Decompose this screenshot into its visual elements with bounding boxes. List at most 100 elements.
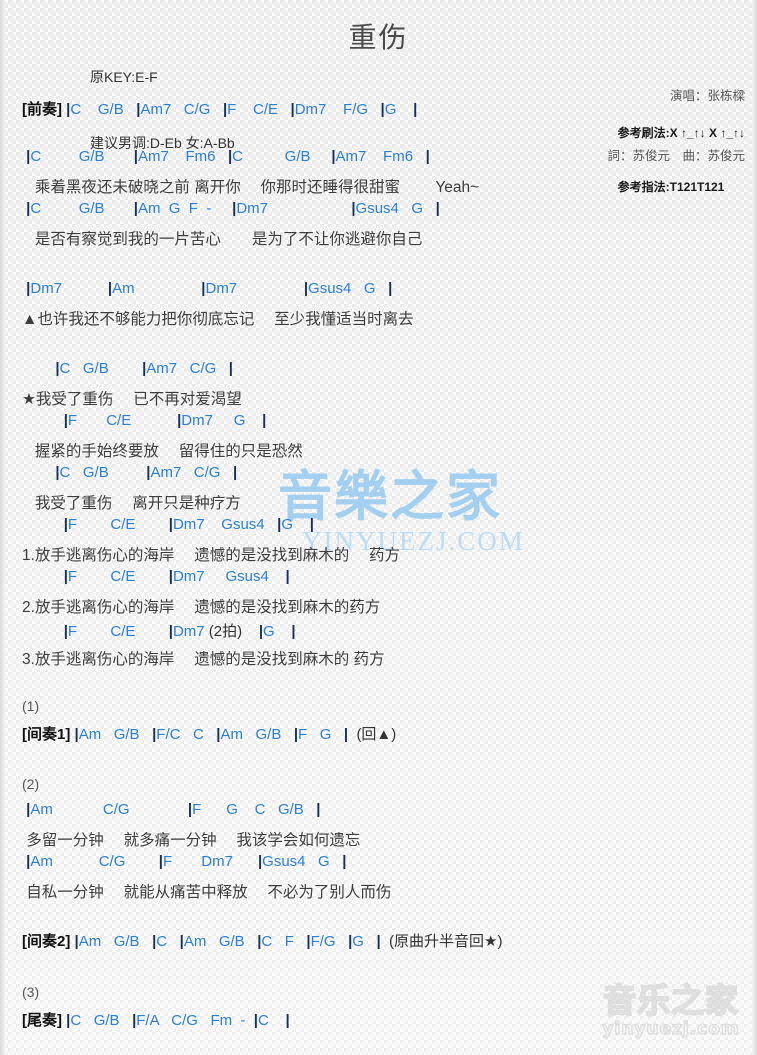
barline: | bbox=[136, 101, 141, 118]
barline: | bbox=[26, 853, 31, 870]
chord-line: |F C/E |Dm7 Gsus4 |G | bbox=[63, 516, 314, 533]
chord-line: |C G/B |Am7 C/G | bbox=[55, 360, 233, 377]
section-number: (2) bbox=[22, 776, 40, 792]
barline: | bbox=[55, 360, 60, 377]
barline: | bbox=[303, 280, 309, 297]
barline: | bbox=[133, 148, 138, 165]
barline: | bbox=[232, 200, 237, 217]
barline: | bbox=[331, 148, 336, 165]
barline: | bbox=[63, 623, 68, 640]
barline: | bbox=[26, 148, 31, 165]
barline: | bbox=[152, 726, 157, 743]
barline: | bbox=[228, 360, 233, 377]
barline: | bbox=[158, 853, 163, 870]
barline: | bbox=[132, 1012, 137, 1029]
barline: | bbox=[201, 280, 206, 297]
barline: | bbox=[216, 726, 221, 743]
lyric-line: 我受了重伤 离开只是种疗方 bbox=[22, 495, 241, 512]
barline: | bbox=[107, 280, 113, 297]
chord-line: |C G/B |Am G F - |Dm7 |Gsus4 G | bbox=[26, 200, 440, 217]
barline: | bbox=[168, 623, 173, 640]
barline: | bbox=[285, 568, 290, 585]
barline: | bbox=[74, 933, 79, 950]
barline: | bbox=[66, 1012, 71, 1029]
lyric-line: 2.放手逃离伤心的海岸 遗憾的是没找到麻木的药方 bbox=[22, 599, 381, 616]
chord-line: |C G/B |Am7 Fm6 |C G/B |Am7 Fm6 | bbox=[26, 148, 430, 165]
chord-line: |Am C/G |F Dm7 |Gsus4 G | bbox=[26, 853, 347, 870]
barline: | bbox=[291, 623, 296, 640]
barline: | bbox=[222, 101, 228, 118]
barline: | bbox=[388, 280, 393, 297]
barline: | bbox=[146, 464, 151, 481]
lyric-line: 是否有察觉到我的一片苦心 是为了不让你逃避你自己 bbox=[22, 231, 423, 248]
barline: | bbox=[380, 101, 385, 118]
strum-pattern: 参考刷法:X ↑_↑↓ X ↑_↑↓ bbox=[617, 126, 745, 140]
barline: | bbox=[152, 933, 157, 950]
chord-line: [间奏1] |Am G/B |F/C C |Am G/B |F G | (回▲) bbox=[22, 726, 397, 743]
barline: | bbox=[413, 101, 418, 118]
barline: | bbox=[253, 1012, 258, 1029]
barline: | bbox=[66, 101, 71, 118]
barline: | bbox=[232, 464, 238, 481]
section-number: (3) bbox=[22, 984, 40, 1000]
barline: | bbox=[55, 464, 60, 481]
barline: | bbox=[168, 516, 173, 533]
chord-sheet-content: 原KEY:E-F 建议男调:D-Eb 女:A-Bb 重伤 演唱：张栋樑 詞：苏俊… bbox=[0, 0, 757, 1055]
chord-line: |F C/E |Dm7 (2拍) |G | bbox=[63, 623, 296, 640]
lyric-line: ▲也许我还不够能力把你彻底忘记 至少我懂适当时离去 bbox=[22, 311, 414, 328]
barline: | bbox=[277, 516, 282, 533]
chord-annotation: (回▲) bbox=[356, 726, 397, 743]
original-key: 原KEY:E-F bbox=[90, 69, 158, 85]
barline: | bbox=[425, 148, 430, 165]
barline: | bbox=[168, 568, 173, 585]
barline: | bbox=[74, 726, 79, 743]
lyric-line: 1.放手逃离伤心的海岸 遗憾的是没找到麻木的 药方 bbox=[22, 547, 401, 564]
barline: | bbox=[293, 726, 299, 743]
chord-line: [尾奏] |C G/B |F/A C/G Fm - |C | bbox=[22, 1012, 290, 1029]
barline: | bbox=[26, 200, 31, 217]
barline: | bbox=[342, 853, 347, 870]
chord-line: |Dm7 |Am |Dm7 |Gsus4 G | bbox=[26, 280, 393, 297]
barline: | bbox=[133, 200, 138, 217]
lyric-line: 3.放手逃离伤心的海岸 遗憾的是没找到麻木的 药方 bbox=[22, 651, 385, 668]
barline: | bbox=[179, 933, 184, 950]
finger-pattern: 参考指法:T121T121 bbox=[617, 180, 725, 194]
barline: | bbox=[316, 801, 321, 818]
barline: | bbox=[290, 101, 295, 118]
barline: | bbox=[306, 933, 311, 950]
barline: | bbox=[258, 623, 264, 640]
chord-line: |C G/B |Am7 C/G | bbox=[55, 464, 238, 481]
lyric-line: ★我受了重伤 已不再对爱渴望 bbox=[22, 391, 242, 408]
barline: | bbox=[435, 200, 440, 217]
barline: | bbox=[227, 148, 233, 165]
lyric-line: 握紧的手始终要放 留得住的只是恐然 bbox=[22, 443, 303, 460]
section-number: (1) bbox=[22, 698, 40, 714]
chord-annotation: (2拍) bbox=[208, 623, 243, 640]
chord-line: |Am C/G |F G C G/B | bbox=[26, 801, 321, 818]
chord-annotation: (原曲升半音回★) bbox=[389, 933, 503, 950]
barline: | bbox=[26, 801, 31, 818]
chord-line: [前奏] |C G/B |Am7 C/G |F C/E |Dm7 F/G |G … bbox=[22, 101, 418, 118]
barline: | bbox=[285, 1012, 290, 1029]
barline: | bbox=[351, 200, 356, 217]
section-label: [前奏] bbox=[22, 101, 62, 118]
chord-line: |F C/E |Dm7 G | bbox=[63, 412, 267, 429]
section-label: [尾奏] bbox=[22, 1012, 62, 1029]
barline: | bbox=[63, 412, 68, 429]
lyric-line: 乘着黑夜还未破晓之前 离开你 你那时还睡得很甜蜜 Yeah~ bbox=[22, 179, 480, 196]
barline: | bbox=[257, 933, 262, 950]
section-label: [间奏1] bbox=[22, 726, 71, 743]
barline: | bbox=[63, 516, 68, 533]
barline: | bbox=[257, 853, 263, 870]
lyric-line: 多留一分钟 就多痛一分钟 我该学会如何遗忘 bbox=[22, 832, 361, 849]
pattern-info: 参考刷法:X ↑_↑↓ X ↑_↑↓ 参考指法:T121T121 bbox=[618, 88, 745, 232]
barline: | bbox=[262, 412, 267, 429]
barline: | bbox=[343, 726, 349, 743]
barline: | bbox=[26, 280, 31, 297]
chord-line: [间奏2] |Am G/B |C |Am G/B |C F |F/G |G | … bbox=[22, 933, 503, 950]
barline: | bbox=[348, 933, 353, 950]
lyric-line: 自私一分钟 就能从痛苦中释放 不必为了别人而伤 bbox=[22, 884, 392, 901]
chord-line: |F C/E |Dm7 Gsus4 | bbox=[63, 568, 290, 585]
barline: | bbox=[187, 801, 193, 818]
barline: | bbox=[63, 568, 68, 585]
